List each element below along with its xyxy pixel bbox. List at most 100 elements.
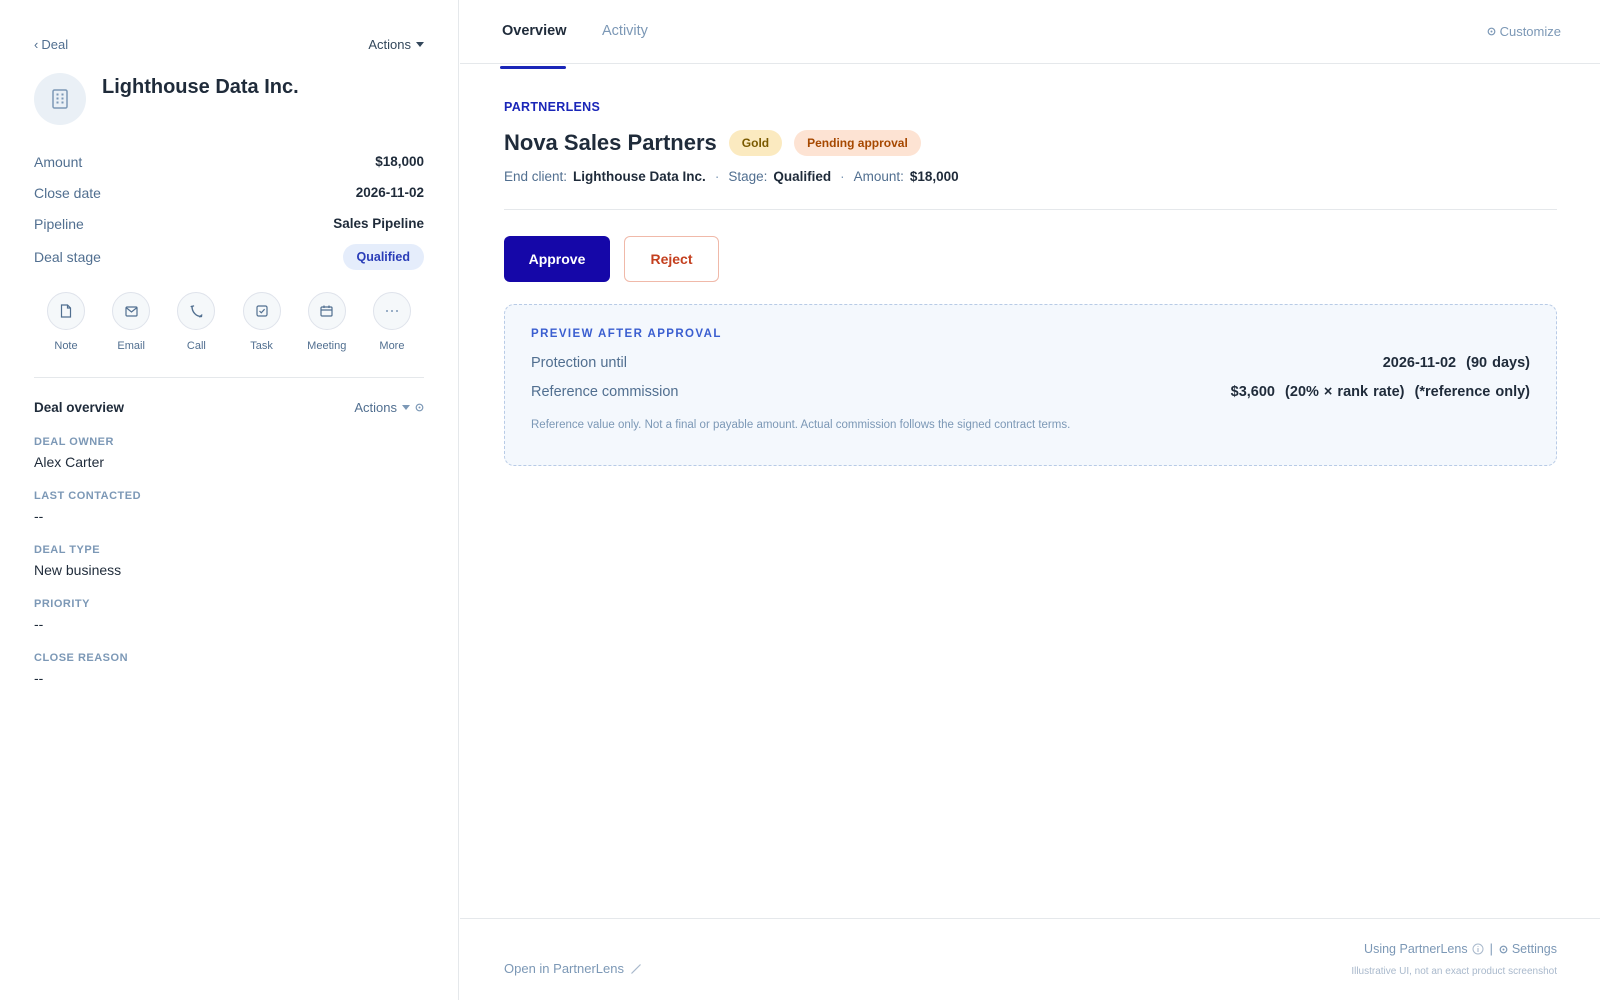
- preview-row-protection: Protection until 2026-11-02 (90 days): [531, 355, 1530, 371]
- property-row-close-date: Close date 2026-11-02: [34, 177, 424, 208]
- property-label: Pipeline: [34, 215, 84, 232]
- field-value[interactable]: New business: [34, 562, 141, 578]
- back-to-deals-link[interactable]: ‹ Deal: [34, 37, 68, 52]
- deal-overview-fields: DEAL OWNER Alex Carter LAST CONTACTED --…: [34, 436, 141, 706]
- tab-overview[interactable]: Overview: [502, 23, 567, 39]
- field-deal-type: DEAL TYPE New business: [34, 544, 141, 598]
- deal-overview-actions-dropdown[interactable]: Actions: [354, 400, 424, 415]
- reject-button[interactable]: Reject: [624, 236, 719, 282]
- property-value[interactable]: Sales Pipeline: [333, 216, 424, 231]
- field-value[interactable]: --: [34, 616, 141, 632]
- note-icon: [60, 304, 72, 318]
- preview-label: Reference commission: [531, 384, 679, 400]
- more-action-circle: [372, 292, 411, 330]
- property-row-pipeline: Pipeline Sales Pipeline: [34, 208, 424, 239]
- email-action-label: Email: [117, 340, 145, 352]
- field-label: PRIORITY: [34, 598, 90, 610]
- approve-button[interactable]: Approve: [504, 236, 610, 282]
- note-action-button[interactable]: Note: [43, 292, 89, 352]
- app-label: PARTNERLENS: [504, 100, 601, 114]
- customize-button[interactable]: Customize: [1487, 24, 1561, 39]
- field-last-contacted: LAST CONTACTED --: [34, 490, 141, 544]
- property-row-deal-stage: Deal stage Qualified: [34, 239, 424, 275]
- actions-label: Actions: [368, 36, 411, 52]
- settings-link[interactable]: Settings: [1499, 942, 1557, 956]
- end-client-label: End client:: [504, 169, 568, 184]
- email-action-circle: [112, 292, 151, 330]
- building-icon: [52, 89, 68, 109]
- preview-value: 2026-11-02 (90 days): [1382, 355, 1530, 371]
- more-action-label: More: [379, 340, 405, 352]
- open-in-partnerlens-link[interactable]: Open in PartnerLens: [504, 961, 642, 976]
- record-sidebar: ‹ Deal Actions Lighthouse Data Inc. Amou…: [0, 0, 459, 1000]
- customize-label: Customize: [1499, 24, 1561, 39]
- field-label: CLOSE REASON: [34, 652, 129, 664]
- main-panel: Overview Activity Customize PARTNERLENS …: [460, 0, 1600, 1000]
- approval-preview-panel: PREVIEW AFTER APPROVAL Protection until …: [504, 304, 1557, 466]
- note-action-circle: [47, 292, 85, 330]
- call-action-label: Call: [186, 340, 206, 352]
- end-client-value: Lighthouse Data Inc.: [573, 169, 706, 184]
- gear-icon: [1499, 945, 1508, 953]
- record-header: Lighthouse Data Inc.: [34, 73, 299, 125]
- property-value[interactable]: $18,000: [375, 154, 424, 169]
- deal-overview-title[interactable]: Deal overview: [34, 400, 124, 415]
- field-value[interactable]: --: [34, 670, 141, 686]
- property-value[interactable]: 2026-11-02: [356, 185, 424, 200]
- more-action-button[interactable]: More: [369, 292, 415, 352]
- gear-icon: [415, 403, 424, 412]
- stage-label: Stage:: [728, 169, 768, 184]
- preview-row-commission: Reference commission $3,600 (20% × rank …: [531, 384, 1530, 400]
- meta-separator: ·: [840, 169, 845, 184]
- amount-value: $18,000: [909, 169, 959, 184]
- tabs-bar: Overview Activity Customize: [460, 0, 1600, 64]
- gear-icon: [1487, 27, 1495, 36]
- sidebar-top-bar: ‹ Deal Actions: [34, 34, 424, 54]
- deal-properties: Amount $18,000 Close date 2026-11-02 Pip…: [34, 146, 424, 275]
- deal-stage-pill[interactable]: Qualified: [342, 244, 424, 270]
- more-icon: [385, 310, 398, 312]
- partner-header: Nova Sales Partners Gold Pending approva…: [504, 130, 1557, 156]
- content-divider: [504, 209, 1557, 210]
- chevron-left-icon: ‹: [34, 36, 39, 52]
- footer-right: Using PartnerLens | Settings Illustrativ…: [1351, 942, 1557, 977]
- meta-separator: ·: [714, 169, 720, 184]
- note-action-label: Note: [54, 340, 78, 352]
- call-action-button[interactable]: Call: [173, 292, 219, 352]
- meeting-action-button[interactable]: Meeting: [304, 292, 350, 352]
- footer-separator: |: [1489, 942, 1493, 956]
- meeting-action-circle: [307, 292, 346, 330]
- caret-down-icon: [402, 405, 410, 410]
- field-label: DEAL TYPE: [34, 544, 101, 556]
- field-value[interactable]: Alex Carter: [34, 454, 141, 470]
- settings-label: Settings: [1511, 942, 1557, 956]
- partner-name: Nova Sales Partners: [504, 130, 717, 155]
- preview-value: $3,600 (20% × rank rate) (*reference onl…: [1230, 384, 1530, 400]
- task-action-label: Task: [250, 340, 273, 352]
- property-row-amount: Amount $18,000: [34, 146, 424, 177]
- info-icon: [1472, 943, 1484, 955]
- stage-value: Qualified: [773, 169, 832, 184]
- preview-title: PREVIEW AFTER APPROVAL: [531, 328, 722, 340]
- company-name: Lighthouse Data Inc.: [102, 76, 299, 98]
- property-label: Amount: [34, 153, 83, 170]
- email-action-button[interactable]: Email: [108, 292, 154, 352]
- partner-card: PARTNERLENS Nova Sales Partners Gold Pen…: [504, 100, 1557, 466]
- record-actions-dropdown[interactable]: Actions: [368, 37, 424, 52]
- field-label: LAST CONTACTED: [34, 490, 142, 502]
- preview-label: Protection until: [531, 355, 627, 371]
- using-partnerlens-link[interactable]: Using PartnerLens: [1364, 942, 1484, 956]
- tier-badge: Gold: [728, 130, 783, 156]
- status-badge: Pending approval: [794, 130, 921, 156]
- task-action-circle: [242, 292, 281, 330]
- task-action-button[interactable]: Task: [239, 292, 285, 352]
- task-icon: [255, 305, 268, 317]
- call-action-circle: [177, 292, 216, 330]
- amount-label: Amount:: [853, 169, 904, 184]
- field-priority: PRIORITY --: [34, 598, 141, 652]
- quick-actions-bar: Note Email Call Task Meeting More: [34, 292, 424, 352]
- tab-activity[interactable]: Activity: [602, 23, 648, 39]
- open-link-label: Open in PartnerLens: [504, 961, 624, 976]
- meeting-icon: [320, 305, 333, 317]
- field-value[interactable]: --: [34, 508, 141, 524]
